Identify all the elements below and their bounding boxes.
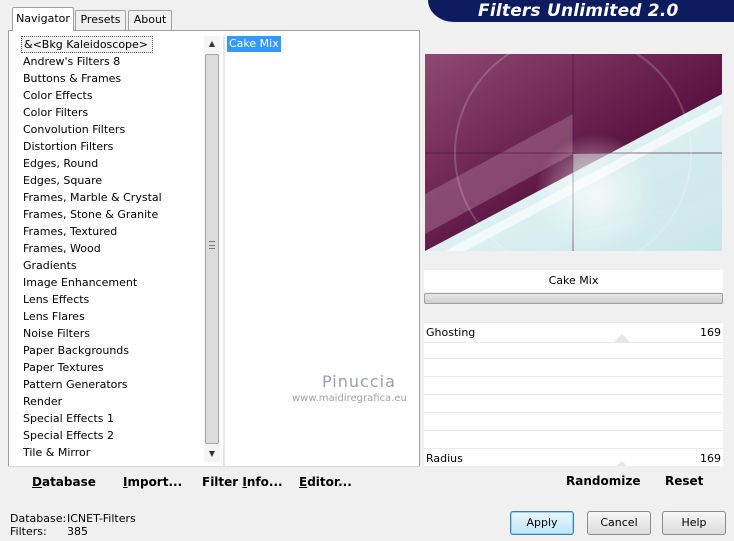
category-label: Gradients bbox=[23, 259, 77, 272]
category-label: Special Effects 1 bbox=[23, 412, 115, 425]
category-item[interactable]: Paper Backgrounds bbox=[21, 342, 203, 359]
param-divider bbox=[424, 342, 723, 343]
category-label: Render bbox=[23, 395, 63, 408]
filters-count: 385 bbox=[67, 525, 88, 538]
watermark-url: www.maidiregrafica.eu bbox=[292, 393, 407, 404]
randomize-button[interactable]: Randomize bbox=[566, 474, 640, 488]
param-divider bbox=[424, 376, 723, 377]
filter-info-button[interactable]: Filter Info... bbox=[202, 475, 283, 489]
help-button[interactable]: Help bbox=[662, 511, 726, 535]
category-scrollbar[interactable]: ▲ ▼ bbox=[204, 36, 220, 462]
category-item[interactable]: Special Effects 2 bbox=[21, 427, 203, 444]
param-divider bbox=[424, 358, 723, 359]
list-divider bbox=[223, 36, 225, 467]
category-label: Paper Backgrounds bbox=[23, 344, 130, 357]
navigator-toolbar: Database Import... Filter Info... Editor… bbox=[8, 466, 420, 496]
category-item[interactable]: Gradients bbox=[21, 257, 203, 274]
filters-label: Filters: bbox=[10, 525, 47, 538]
category-item[interactable]: Distortion Filters bbox=[21, 138, 203, 155]
category-label: &<Bkg Kaleidoscope> bbox=[21, 36, 154, 53]
progress-bar bbox=[424, 293, 723, 304]
category-label: Buttons & Frames bbox=[23, 72, 122, 85]
category-item[interactable]: Lens Flares bbox=[21, 308, 203, 325]
app-title-banner: Filters Unlimited 2.0 bbox=[428, 0, 734, 22]
param-divider bbox=[424, 394, 723, 395]
slider-thumb-ghosting[interactable] bbox=[614, 334, 630, 342]
category-item[interactable]: Color Filters bbox=[21, 104, 203, 121]
param-divider bbox=[424, 412, 723, 413]
category-label: Image Enhancement bbox=[23, 276, 138, 289]
category-label: Lens Flares bbox=[23, 310, 85, 323]
category-item[interactable]: Frames, Stone & Granite bbox=[21, 206, 203, 223]
category-item[interactable]: Frames, Wood bbox=[21, 240, 203, 257]
scroll-down-icon[interactable]: ▼ bbox=[204, 446, 220, 462]
database-button[interactable]: Database bbox=[32, 475, 96, 489]
category-label: Noise Filters bbox=[23, 327, 90, 340]
watermark-name: Pinuccia bbox=[322, 372, 396, 391]
cancel-button[interactable]: Cancel bbox=[587, 511, 651, 535]
category-item[interactable]: Frames, Marble & Crystal bbox=[21, 189, 203, 206]
category-label: Frames, Stone & Granite bbox=[23, 208, 159, 221]
category-label: Andrew's Filters 8 bbox=[23, 55, 121, 68]
category-item[interactable]: Special Effects 1 bbox=[21, 410, 203, 427]
param-label-ghosting: Ghosting bbox=[426, 326, 476, 339]
category-item[interactable]: Paper Textures bbox=[21, 359, 203, 376]
category-label: Color Effects bbox=[23, 89, 93, 102]
tab-about[interactable]: About bbox=[128, 10, 172, 30]
category-item[interactable]: Convolution Filters bbox=[21, 121, 203, 138]
import-button[interactable]: Import... bbox=[123, 475, 182, 489]
category-item[interactable]: &<Bkg Kaleidoscope> bbox=[21, 36, 203, 53]
category-label: Frames, Marble & Crystal bbox=[23, 191, 162, 204]
database-label: Database: bbox=[10, 512, 67, 525]
tab-presets[interactable]: Presets bbox=[75, 10, 126, 30]
category-item[interactable]: Andrew's Filters 8 bbox=[21, 53, 203, 70]
category-label: Lens Effects bbox=[23, 293, 90, 306]
category-item[interactable]: Tile & Mirror bbox=[21, 444, 203, 461]
database-value: ICNET-Filters bbox=[67, 512, 136, 525]
category-label: Distortion Filters bbox=[23, 140, 114, 153]
param-divider bbox=[424, 322, 723, 323]
param-divider bbox=[424, 448, 723, 449]
category-label: Frames, Textured bbox=[23, 225, 118, 238]
tab-navigator[interactable]: Navigator bbox=[12, 7, 74, 31]
category-item[interactable]: Image Enhancement bbox=[21, 274, 203, 291]
category-label: Special Effects 2 bbox=[23, 429, 115, 442]
category-item[interactable]: Noise Filters bbox=[21, 325, 203, 342]
reset-button[interactable]: Reset bbox=[665, 474, 703, 488]
editor-button[interactable]: Editor... bbox=[299, 475, 352, 489]
category-item[interactable]: Edges, Round bbox=[21, 155, 203, 172]
category-label: Frames, Wood bbox=[23, 242, 101, 255]
filter-preview-image bbox=[425, 54, 722, 251]
category-label: Tile & Mirror bbox=[23, 446, 91, 459]
category-item[interactable]: Pattern Generators bbox=[21, 376, 203, 393]
filter-item-cake-mix[interactable]: Cake Mix bbox=[227, 36, 281, 52]
category-label: Color Filters bbox=[23, 106, 89, 119]
category-label: Edges, Square bbox=[23, 174, 103, 187]
category-list[interactable]: &<Bkg Kaleidoscope> Andrew's Filters 8 But… bbox=[21, 36, 203, 461]
category-label: Paper Textures bbox=[23, 361, 104, 374]
category-item[interactable]: Buttons & Frames bbox=[21, 70, 203, 87]
category-label: Pattern Generators bbox=[23, 378, 128, 391]
param-value-ghosting: 169 bbox=[700, 326, 721, 339]
param-value-radius: 169 bbox=[700, 452, 721, 465]
category-item[interactable]: Edges, Square bbox=[21, 172, 203, 189]
scroll-up-icon[interactable]: ▲ bbox=[204, 36, 220, 52]
apply-button[interactable]: Apply bbox=[510, 511, 574, 535]
navigator-panel: &<Bkg Kaleidoscope> Andrew's Filters 8 But… bbox=[8, 30, 420, 496]
parameter-panel: Ghosting 169 Radius 169 bbox=[424, 322, 723, 469]
category-item[interactable]: Color Effects bbox=[21, 87, 203, 104]
category-item[interactable]: Lens Effects bbox=[21, 291, 203, 308]
category-item[interactable]: Frames, Textured bbox=[21, 223, 203, 240]
grip-icon bbox=[209, 241, 215, 249]
preview-filter-name: Cake Mix bbox=[424, 270, 723, 292]
category-label: Convolution Filters bbox=[23, 123, 126, 136]
category-item[interactable]: Render bbox=[21, 393, 203, 410]
preview-toolbar: Randomize Reset bbox=[424, 466, 723, 496]
category-label: Edges, Round bbox=[23, 157, 99, 170]
param-label-radius: Radius bbox=[426, 452, 463, 465]
scroll-thumb[interactable] bbox=[205, 54, 219, 444]
param-divider bbox=[424, 430, 723, 431]
